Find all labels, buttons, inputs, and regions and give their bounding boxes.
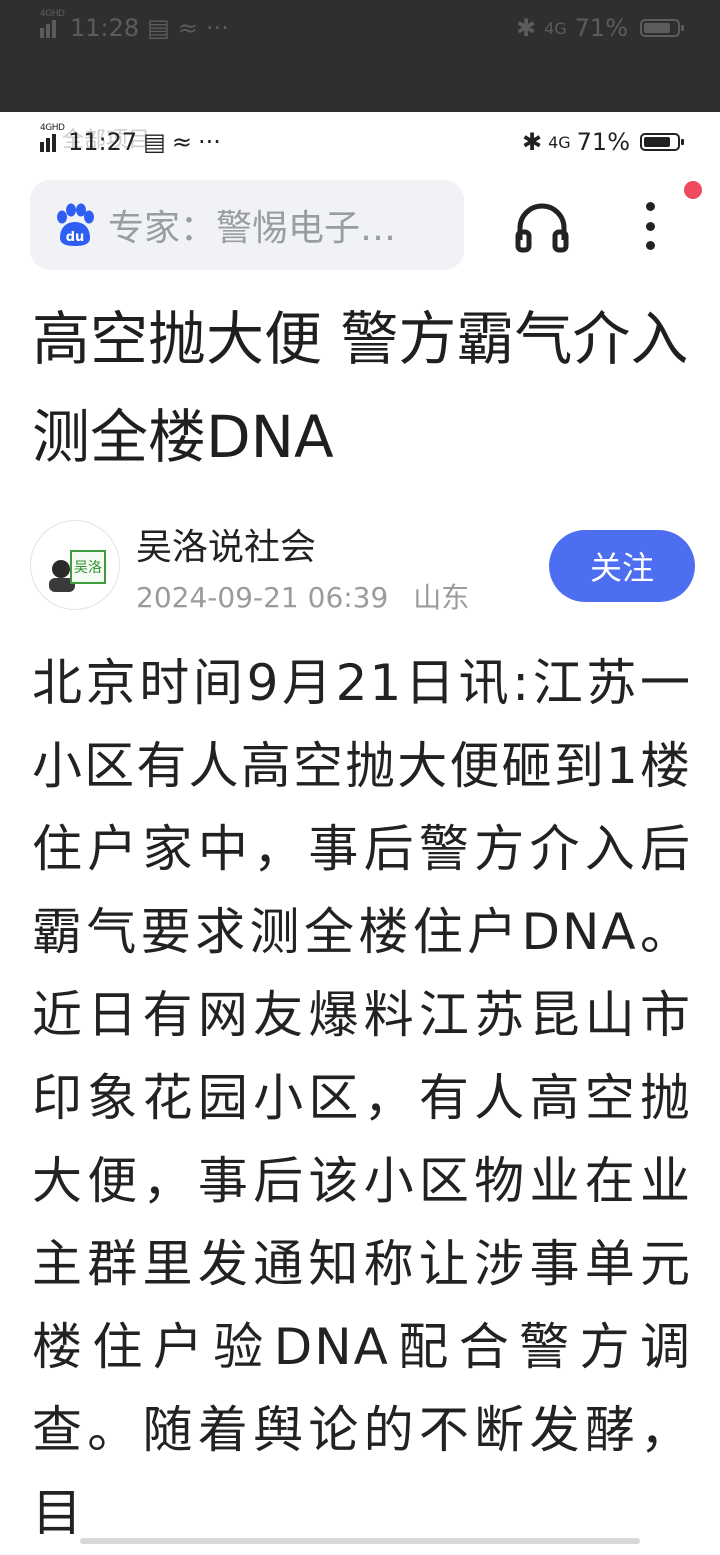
wifi-icon: ≈ <box>177 14 198 42</box>
signal-icon: 4GHD <box>40 123 65 152</box>
author-meta: 2024-09-21 06:39 山东 <box>136 576 469 616</box>
system-overlay-bar: 4GHD 11:28 ▤ ≈ ··· ✱ 4G 71% <box>0 0 720 112</box>
headphone-icon[interactable] <box>512 200 572 254</box>
baidu-paw-icon: du <box>57 203 94 246</box>
signal-icon: 4GHD <box>40 9 65 38</box>
svg-text:吴洛: 吴洛 <box>74 560 102 576</box>
outer-status-bar: 4GHD 11:28 ▤ ≈ ··· ✱ 4G 71% <box>0 0 720 56</box>
notification-dot <box>684 181 702 199</box>
battery-icon <box>640 19 684 37</box>
bluetooth-icon: ✱ <box>521 128 543 156</box>
author-name[interactable]: 吴洛说社会 <box>136 518 316 570</box>
network-type: 4G <box>548 132 571 152</box>
sim-card-icon: ▤ <box>143 128 166 156</box>
wifi-icon: ≈ <box>171 128 192 156</box>
status-more-dots: ··· <box>205 14 229 42</box>
article-body: 北京时间9月21日讯:江苏一小区有人高空抛大便砸到1楼住户家中，事后警方介入后霸… <box>32 654 692 1542</box>
status-time: 11:27 <box>68 128 138 156</box>
search-bar[interactable]: du 专家：警惕电子… <box>30 180 464 270</box>
publish-location: 山东 <box>413 581 470 614</box>
search-query-text: 专家：警惕电子… <box>108 208 397 249</box>
follow-button[interactable]: 关注 <box>549 530 695 602</box>
status-more-dots: ··· <box>197 128 221 156</box>
battery-percent: 71% <box>576 128 630 156</box>
battery-percent: 71% <box>574 14 628 42</box>
network-type: 4G <box>544 18 567 38</box>
bluetooth-icon: ✱ <box>515 14 537 42</box>
publish-date: 2024-09-21 06:39 <box>136 581 389 614</box>
sim-card-icon: ▤ <box>147 14 170 42</box>
battery-icon <box>640 133 684 151</box>
svg-text:du: du <box>66 230 85 245</box>
author-avatar[interactable]: 吴洛 <box>30 520 120 610</box>
inner-status-bar: 全部项目 4GHD 11:27 ▤ ≈ ··· ✱ 4G 71% <box>0 112 720 172</box>
more-vertical-icon[interactable] <box>628 196 672 256</box>
page-scroll-indicator <box>80 1538 640 1544</box>
article-title: 高空抛大便 警方霸气介入测全楼DNA <box>32 305 689 471</box>
status-time: 11:28 <box>70 14 140 42</box>
